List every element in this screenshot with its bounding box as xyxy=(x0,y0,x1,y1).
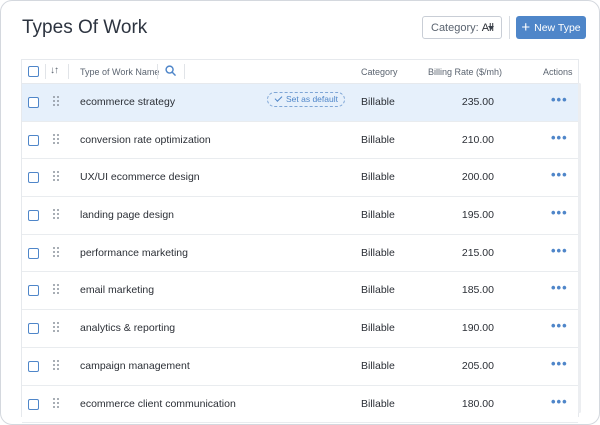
new-type-button[interactable]: + New Type xyxy=(516,16,586,39)
table-body: ecommerce strategy Billable 235.00 ••• S… xyxy=(22,84,578,424)
header-divider xyxy=(45,64,46,79)
sort-icon[interactable]: ↓↑ xyxy=(50,65,59,76)
more-actions-icon[interactable]: ••• xyxy=(551,318,568,333)
new-type-button-label: New Type xyxy=(534,21,581,34)
type-name: UX/UI ecommerce design xyxy=(80,171,200,184)
billing-rate: 185.00 xyxy=(461,284,494,297)
type-category: Billable xyxy=(361,246,395,259)
table-row[interactable]: conversion rate optimization Billable 21… xyxy=(22,122,578,160)
category-filter-label: Category: xyxy=(431,21,479,34)
more-actions-icon[interactable]: ••• xyxy=(551,92,568,107)
header-divider xyxy=(157,64,158,79)
search-icon[interactable] xyxy=(165,65,176,76)
type-category: Billable xyxy=(361,96,395,108)
table-header: ↓↑ Type of Work Name Category Billing Ra… xyxy=(22,60,578,84)
more-actions-icon[interactable]: ••• xyxy=(551,243,568,258)
billing-rate: 235.00 xyxy=(461,96,494,108)
type-name: landing page design xyxy=(80,209,174,222)
billing-rate: 190.00 xyxy=(461,322,494,335)
billing-rate: 200.00 xyxy=(461,171,494,184)
more-actions-icon[interactable]: ••• xyxy=(551,130,568,145)
drag-handle-icon[interactable] xyxy=(53,246,59,257)
drag-handle-icon[interactable] xyxy=(53,397,59,408)
chevron-down-icon xyxy=(488,26,494,30)
type-category: Billable xyxy=(361,171,395,184)
row-checkbox[interactable] xyxy=(28,134,39,146)
table-row[interactable]: landing page design Billable 195.00 ••• xyxy=(22,197,578,235)
table-row[interactable]: email marketing Billable 185.00 ••• xyxy=(22,272,578,311)
row-checkbox[interactable] xyxy=(28,172,39,184)
type-name: conversion rate optimization xyxy=(80,133,211,146)
type-category: Billable xyxy=(361,284,395,297)
drag-handle-icon[interactable] xyxy=(53,209,59,220)
more-actions-icon[interactable]: ••• xyxy=(551,280,568,295)
plus-icon: + xyxy=(521,18,531,36)
type-category: Billable xyxy=(361,359,395,372)
table-row[interactable]: analytics & reporting Billable 190.00 ••… xyxy=(22,310,578,348)
scrollbar[interactable] xyxy=(578,83,581,413)
row-checkbox[interactable] xyxy=(28,285,39,297)
billing-rate: 215.00 xyxy=(461,246,494,259)
billing-rate: 210.00 xyxy=(461,133,494,146)
table-row[interactable]: ecommerce client communication Billable … xyxy=(22,386,578,424)
row-checkbox[interactable] xyxy=(28,97,39,108)
row-checkbox[interactable] xyxy=(28,360,39,372)
drag-handle-icon[interactable] xyxy=(53,284,59,295)
check-icon xyxy=(274,94,283,102)
billing-rate: 195.00 xyxy=(461,209,494,222)
drag-handle-icon[interactable] xyxy=(53,359,59,370)
more-actions-icon[interactable]: ••• xyxy=(551,394,568,409)
more-actions-icon[interactable]: ••• xyxy=(551,356,568,371)
header-billing-rate[interactable]: Billing Rate ($/mh) xyxy=(428,67,502,77)
type-name: analytics & reporting xyxy=(80,322,176,335)
header-actions: Actions xyxy=(543,67,573,77)
type-name: performance marketing xyxy=(80,246,188,259)
row-checkbox[interactable] xyxy=(28,247,39,259)
row-checkbox[interactable] xyxy=(28,398,39,410)
types-of-work-table: ↓↑ Type of Work Name Category Billing Ra… xyxy=(21,59,579,424)
drag-handle-icon[interactable] xyxy=(53,322,59,333)
billing-rate: 205.00 xyxy=(461,359,494,372)
type-category: Billable xyxy=(361,133,395,146)
drag-handle-icon[interactable] xyxy=(53,133,59,144)
table-row[interactable]: UX/UI ecommerce design Billable 200.00 •… xyxy=(22,159,578,198)
row-checkbox[interactable] xyxy=(28,323,39,335)
table-row[interactable]: campaign management Billable 205.00 ••• xyxy=(22,348,578,386)
header-divider xyxy=(68,64,69,79)
drag-handle-icon[interactable] xyxy=(53,96,59,106)
type-category: Billable xyxy=(361,209,395,222)
type-category: Billable xyxy=(361,322,395,335)
table-row[interactable]: performance marketing Billable 215.00 ••… xyxy=(22,235,578,273)
type-name: ecommerce strategy xyxy=(80,96,176,108)
type-name: campaign management xyxy=(80,359,190,372)
table-row[interactable]: ecommerce strategy Billable 235.00 ••• S… xyxy=(22,84,578,122)
billing-rate: 180.00 xyxy=(461,397,494,410)
set-as-default-badge[interactable]: Set as default xyxy=(267,92,345,107)
page-title: Types Of Work xyxy=(22,17,148,38)
header-category[interactable]: Category xyxy=(361,67,398,77)
more-actions-icon[interactable]: ••• xyxy=(551,205,568,220)
type-name: email marketing xyxy=(80,284,155,297)
type-category: Billable xyxy=(361,397,395,410)
category-filter-select[interactable]: Category: All xyxy=(422,16,502,39)
row-checkbox[interactable] xyxy=(28,210,39,222)
select-all-checkbox[interactable] xyxy=(28,66,39,77)
header-divider xyxy=(184,64,185,79)
toolbar-divider xyxy=(509,16,510,39)
app-frame: Types Of Work Category: All + New Type ↓… xyxy=(0,0,600,425)
set-as-default-label: Set as default xyxy=(286,94,338,104)
drag-handle-icon[interactable] xyxy=(53,171,59,182)
type-name: ecommerce client communication xyxy=(80,397,236,410)
header-name[interactable]: Type of Work Name xyxy=(80,67,159,77)
more-actions-icon[interactable]: ••• xyxy=(551,167,568,182)
